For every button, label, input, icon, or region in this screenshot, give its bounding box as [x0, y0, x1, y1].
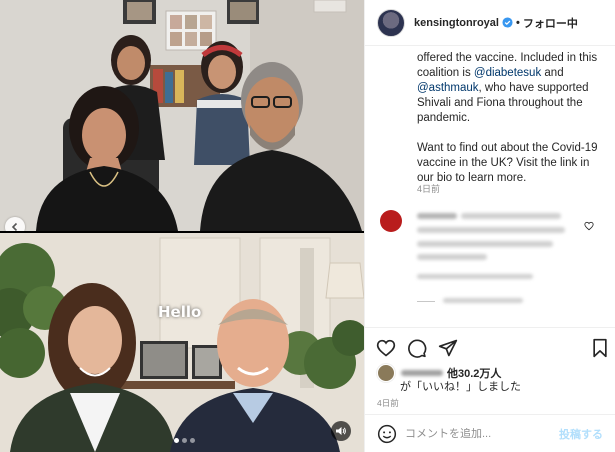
like-button[interactable]	[375, 337, 397, 359]
save-button[interactable]	[589, 337, 611, 359]
post-comment-button[interactable]: 投稿する	[559, 426, 603, 442]
blurred-view-replies[interactable]	[443, 298, 523, 303]
video-tile-top	[0, 0, 364, 231]
post-timestamp[interactable]: 4日前	[377, 397, 399, 409]
likes-text: が「いいね！」しました	[400, 381, 521, 393]
blurred-comment-text	[417, 241, 553, 247]
account-name-link[interactable]: kensingtonroyal	[414, 17, 499, 29]
share-button[interactable]	[437, 337, 459, 359]
account-avatar[interactable]	[377, 8, 405, 37]
caption-paragraph: Want to find out about the Covid-19 vacc…	[417, 142, 598, 184]
mention-link[interactable]: @diabetesuk	[474, 67, 541, 79]
post-media[interactable]: Hello	[0, 0, 364, 452]
caption-text: and	[541, 67, 564, 79]
commenter-avatar[interactable]	[380, 210, 402, 232]
blurred-comment-text	[461, 213, 561, 219]
video-frame-bottom	[0, 233, 364, 452]
following-button[interactable]: フォロー中	[523, 15, 578, 31]
previous-slide-button[interactable]	[5, 217, 25, 231]
add-comment-bar: 投稿する	[365, 414, 615, 452]
video-tile-bottom	[0, 233, 364, 452]
comment-button[interactable]	[406, 337, 428, 359]
liker-avatar	[377, 364, 395, 382]
verified-badge-icon	[502, 17, 513, 28]
blurred-comment-text	[417, 254, 487, 260]
reply-divider	[417, 301, 435, 302]
audio-toggle-button[interactable]	[331, 421, 351, 441]
video-frame-top	[0, 0, 364, 231]
post-sidebar: kensingtonroyal • フォロー中 offered the vacc…	[364, 0, 615, 452]
blurred-liker-name	[401, 370, 443, 376]
comment-like-button[interactable]	[584, 216, 594, 235]
chevron-left-icon	[11, 222, 18, 231]
carousel-dot	[182, 438, 187, 443]
mention-link[interactable]: @asthmauk	[417, 82, 479, 94]
emoji-button[interactable]	[376, 423, 398, 445]
post-header: kensingtonroyal • フォロー中	[365, 0, 615, 46]
blurred-commenter-name	[417, 213, 457, 219]
heart-icon	[376, 339, 396, 357]
caption-timestamp[interactable]: 4日前	[417, 182, 440, 195]
video-overlay-text: Hello	[158, 303, 202, 321]
carousel-dot	[174, 438, 179, 443]
carousel-dot	[190, 438, 195, 443]
carousel-indicator	[174, 438, 195, 443]
post-caption: offered the vaccine. Included in this co…	[417, 51, 607, 201]
comments-list[interactable]: offered the vaccine. Included in this co…	[365, 47, 615, 326]
smiley-icon	[377, 424, 397, 443]
paper-plane-icon	[438, 339, 458, 357]
comment-input[interactable]	[405, 427, 553, 440]
heart-outline-icon	[584, 221, 594, 231]
comment-bubble-icon	[408, 339, 427, 358]
bookmark-icon	[593, 338, 607, 358]
speaker-icon	[336, 427, 346, 435]
header-separator: •	[515, 16, 520, 29]
blurred-comment-text	[417, 227, 565, 233]
blurred-comment-meta	[417, 274, 533, 279]
